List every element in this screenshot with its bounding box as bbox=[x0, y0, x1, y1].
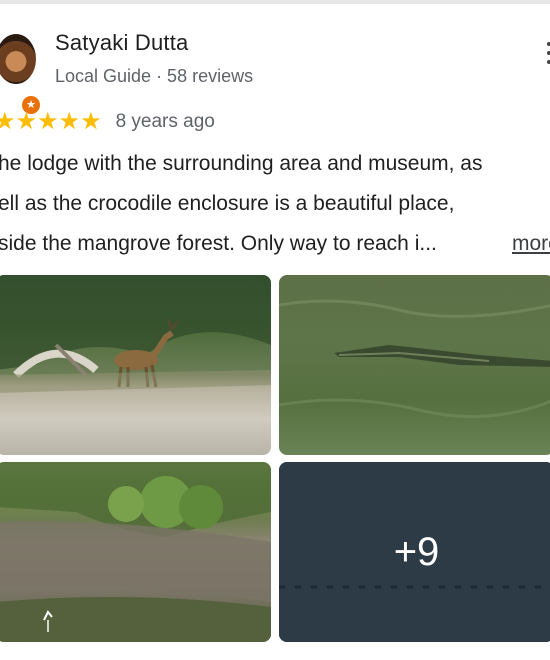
mangrove-photo[interactable] bbox=[0, 462, 271, 642]
review-text: he lodge with the surrounding area and m… bbox=[0, 144, 550, 264]
top-divider bbox=[0, 0, 550, 4]
author-meta: Local Guide · 58 reviews bbox=[55, 66, 254, 86]
deer-photo-art bbox=[0, 275, 271, 393]
review-age: 8 years ago bbox=[115, 111, 215, 132]
rating-row: ★★★★★ 8 years ago bbox=[0, 108, 215, 136]
review-text-line: he lodge with the surrounding area and m… bbox=[0, 152, 483, 175]
avatar-image bbox=[0, 34, 36, 84]
more-photos-count: +9 bbox=[393, 529, 440, 574]
avatar[interactable]: ★ bbox=[0, 30, 42, 116]
crocodile-photo-art bbox=[279, 299, 550, 419]
review-text-line: side the mangrove forest. Only way to re… bbox=[0, 232, 437, 255]
review-text-line: ell as the crocodile enclosure is a beau… bbox=[0, 192, 455, 215]
author-name[interactable]: Satyaki Dutta bbox=[55, 30, 188, 56]
star-rating-icon: ★★★★★ bbox=[0, 108, 102, 135]
more-link[interactable]: more bbox=[512, 224, 550, 264]
deer-photo[interactable] bbox=[0, 275, 271, 455]
more-options-icon[interactable] bbox=[544, 42, 550, 72]
more-photos-tile[interactable]: +9 bbox=[279, 462, 550, 642]
crocodile-photo[interactable] bbox=[279, 275, 550, 455]
mangrove-photo-art bbox=[0, 462, 271, 642]
